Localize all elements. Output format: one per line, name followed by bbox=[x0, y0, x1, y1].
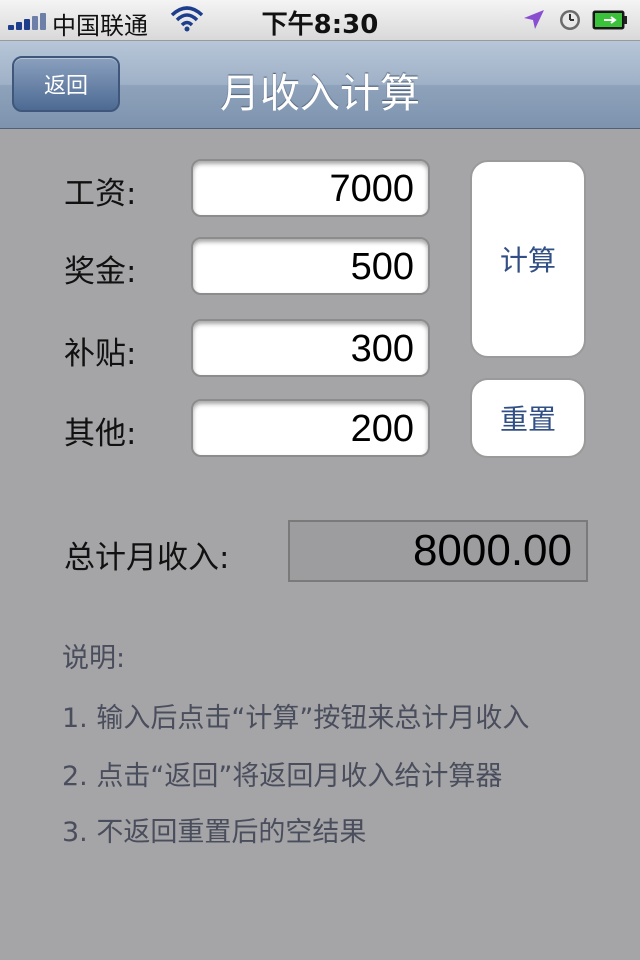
calculate-button[interactable]: 计算 bbox=[470, 160, 586, 358]
reset-button[interactable]: 重置 bbox=[470, 378, 586, 458]
notes-heading: 说明: bbox=[62, 643, 126, 674]
page-title: 月收入计算 bbox=[220, 71, 420, 117]
note-line: 1. 输入后点击“计算”按钮来总计月收入 bbox=[62, 703, 530, 734]
allowance-label: 补贴: bbox=[64, 336, 137, 372]
salary-field[interactable]: 7000 bbox=[191, 159, 430, 217]
bonus-field[interactable]: 500 bbox=[191, 237, 430, 295]
other-label: 其他: bbox=[64, 416, 137, 452]
status-bar: 中国联通 下午8:30 bbox=[0, 0, 640, 41]
salary-label: 工资: bbox=[64, 176, 137, 212]
allowance-field[interactable]: 300 bbox=[191, 319, 430, 377]
total-label: 总计月收入: bbox=[64, 540, 230, 576]
battery-icon bbox=[592, 10, 627, 30]
location-icon bbox=[524, 10, 544, 29]
total-value: 8000.00 bbox=[288, 520, 588, 582]
navigation-bar: 返回 月收入计算 bbox=[0, 41, 640, 129]
note-line: 3. 不返回重置后的空结果 bbox=[62, 817, 367, 848]
bonus-label: 奖金: bbox=[64, 254, 137, 290]
note-line: 2. 点击“返回”将返回月收入给计算器 bbox=[62, 761, 503, 792]
alarm-clock-icon bbox=[560, 10, 580, 30]
other-field[interactable]: 200 bbox=[191, 399, 430, 457]
